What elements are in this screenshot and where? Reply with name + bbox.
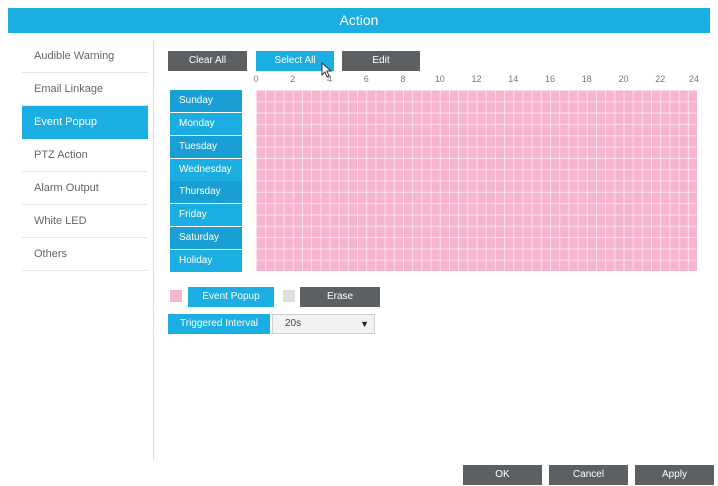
schedule-grid[interactable] (256, 90, 697, 271)
day-list: Sunday Monday Tuesday Wednesday Thursday… (170, 90, 242, 273)
sidebar-divider (153, 40, 154, 460)
erase-button[interactable]: Erase (300, 287, 380, 307)
sidebar-item-white-led[interactable]: White LED (22, 205, 148, 238)
hour-label: 4 (326, 74, 333, 84)
hour-label: 22 (655, 74, 666, 84)
window-title: Action (339, 12, 379, 28)
ok-button[interactable]: OK (463, 465, 542, 485)
triggered-interval-value: 20s (285, 318, 302, 329)
dropdown-arrow-icon: ▼ (360, 319, 369, 329)
hour-scale: 0 2 4 6 8 10 12 14 16 18 20 22 24 (251, 74, 703, 86)
hour-label: 2 (290, 74, 296, 84)
clear-all-button[interactable]: Clear All (168, 51, 247, 71)
hour-label: 6 (363, 74, 369, 84)
sidebar-item-alarm-output[interactable]: Alarm Output (22, 172, 148, 205)
day-sunday[interactable]: Sunday (170, 90, 242, 112)
event-popup-color-swatch (170, 290, 182, 302)
title-bar: Action (8, 8, 710, 33)
hour-label: 12 (471, 74, 482, 84)
day-holiday[interactable]: Holiday (170, 249, 242, 272)
day-saturday[interactable]: Saturday (170, 227, 242, 250)
hour-label: 18 (581, 74, 592, 84)
sidebar-item-event-popup[interactable]: Event Popup (22, 106, 148, 139)
hour-label: 16 (544, 74, 556, 84)
hour-label: 0 (253, 74, 259, 84)
sidebar-item-ptz-action[interactable]: PTZ Action (22, 139, 148, 172)
edit-button[interactable]: Edit (342, 51, 420, 71)
hour-label: 10 (434, 74, 445, 84)
event-popup-button[interactable]: Event Popup (188, 287, 274, 307)
day-tuesday[interactable]: Tuesday (170, 135, 242, 158)
day-friday[interactable]: Friday (170, 204, 242, 227)
day-thursday[interactable]: Thursday (170, 181, 242, 204)
day-wednesday[interactable]: Wednesday (170, 158, 242, 181)
apply-button[interactable]: Apply (635, 465, 714, 485)
cancel-button[interactable]: Cancel (549, 465, 628, 485)
hour-label: 8 (400, 74, 406, 84)
hour-label: 20 (618, 74, 629, 84)
sidebar-item-audible-warning[interactable]: Audible Warning (22, 40, 148, 73)
triggered-interval-label: Triggered Interval (168, 314, 270, 334)
triggered-interval-select[interactable]: 20s ▼ (272, 314, 375, 334)
hour-label: 24 (688, 74, 700, 84)
sidebar-item-email-linkage[interactable]: Email Linkage (22, 73, 148, 106)
sidebar-item-others[interactable]: Others (22, 238, 148, 271)
day-monday[interactable]: Monday (170, 112, 242, 135)
sidebar: Audible Warning Email Linkage Event Popu… (22, 40, 148, 271)
erase-color-swatch (283, 290, 295, 302)
hour-label: 14 (508, 74, 519, 84)
